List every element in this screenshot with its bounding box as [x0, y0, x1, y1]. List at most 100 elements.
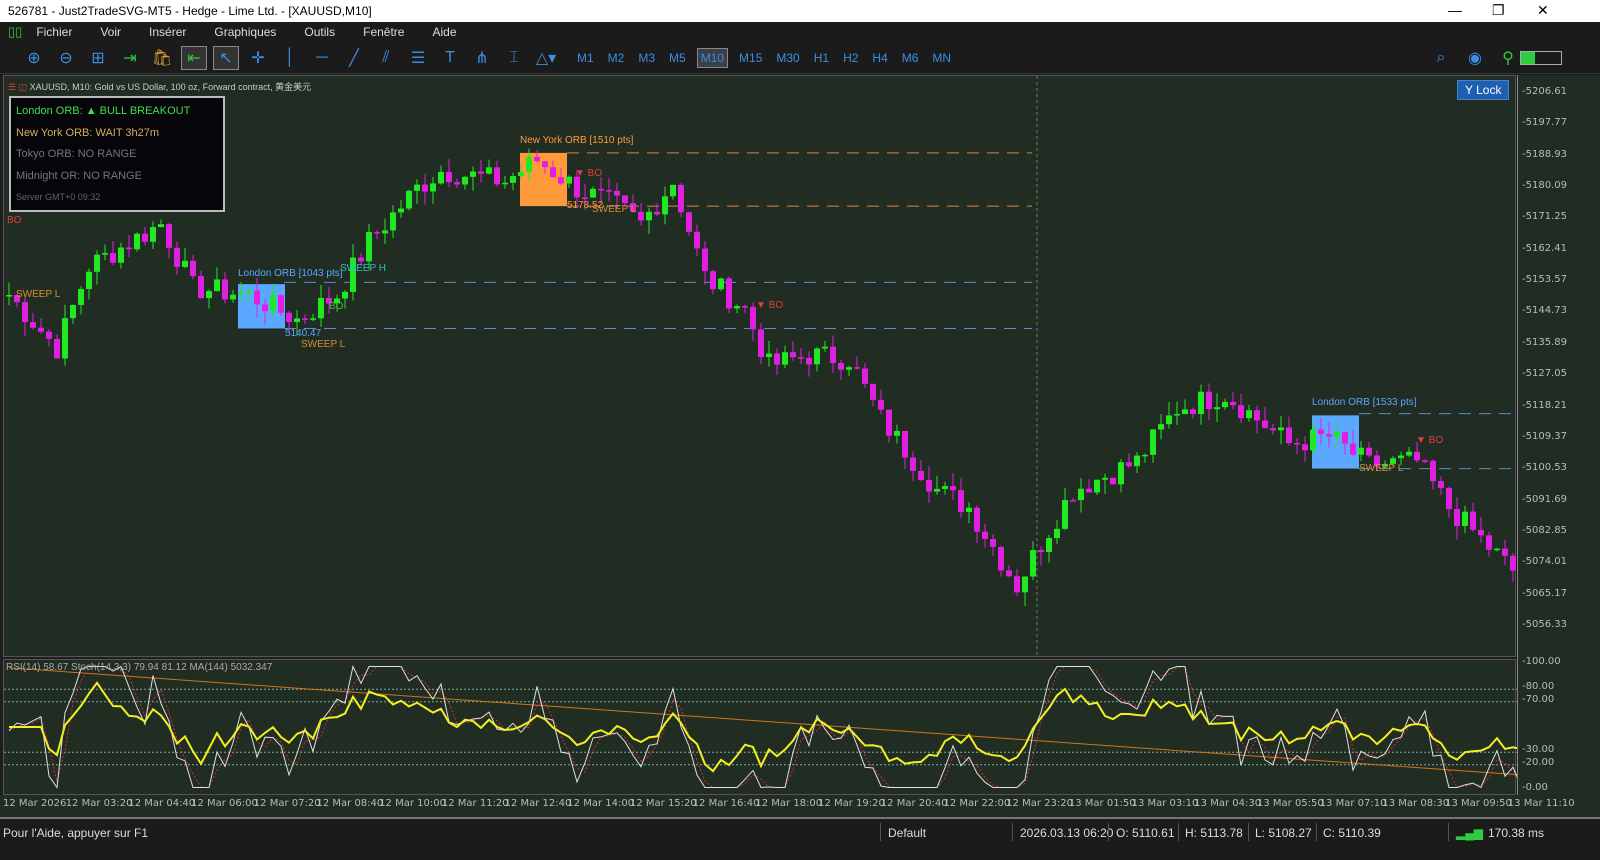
zoom-in-icon[interactable]: ⊕: [21, 46, 47, 70]
timeframe-h1[interactable]: H1: [811, 49, 832, 67]
candle-body: [790, 352, 796, 358]
candle-body: [190, 260, 196, 277]
indicator-tick: -80.00: [1522, 681, 1555, 693]
menu-voir[interactable]: Voir: [100, 25, 121, 39]
sweep-label: SWEEP L: [1359, 463, 1404, 474]
timeframe-m1[interactable]: M1: [574, 49, 597, 67]
sweep-label: SWEEP L: [592, 204, 637, 215]
candle-body: [542, 161, 548, 168]
account-icon[interactable]: ◉: [1462, 46, 1488, 70]
time-tick: 12 Mar 19:20: [818, 798, 885, 809]
horizontal-line-icon[interactable]: ─: [309, 46, 335, 70]
indicator-tick: -0.00: [1522, 782, 1548, 793]
candle-body: [438, 171, 444, 184]
candle-body: [1166, 415, 1172, 425]
timeframe-m30[interactable]: M30: [773, 49, 802, 67]
candle-body: [214, 279, 220, 292]
text-label-icon[interactable]: ⌶: [501, 46, 527, 70]
lock-button[interactable]: Y Lock: [1457, 80, 1510, 100]
candle-body: [494, 167, 500, 185]
candle-body: [1302, 444, 1308, 451]
channel-icon[interactable]: ⫽: [373, 46, 399, 70]
candle-body: [462, 176, 468, 185]
candle-body: [950, 486, 956, 491]
candle-body: [102, 253, 108, 255]
timeframe-m3[interactable]: M3: [635, 49, 658, 67]
price-axis[interactable]: -5206.61 -5197.77 -5188.93 -5180.09 -5171.25…: [1517, 75, 1600, 795]
menu-fichier[interactable]: Fichier: [36, 25, 72, 39]
time-tick: 12 Mar 15:20: [630, 798, 697, 809]
time-axis[interactable]: 12 Mar 2026 12 Mar 03:20 12 Mar 04:40 12 Ma…: [0, 795, 1600, 819]
menu-outils[interactable]: Outils: [304, 25, 335, 39]
candle-body: [758, 329, 764, 357]
indicator-panel[interactable]: RSI(14) 58.67 Stoch(14,3,3) 79.94 81.12 …: [3, 659, 1522, 795]
candle-body: [318, 297, 324, 319]
ping-value[interactable]: 170.38 ms: [1488, 826, 1544, 840]
candle-body: [390, 212, 396, 231]
price-tick: -5197.77: [1522, 117, 1567, 129]
chart-shift-icon[interactable]: ⇥: [117, 46, 143, 70]
price-chart[interactable]: BO SWEEP L London ORB [1043 pts] 5140.47 SWE…: [3, 75, 1524, 658]
bar-close: C: 5110.39: [1323, 826, 1381, 840]
candle-body: [46, 331, 52, 339]
candle-body: [1238, 405, 1244, 419]
menu-inserer[interactable]: Insérer: [149, 25, 186, 39]
search-icon[interactable]: ⌕: [1428, 46, 1454, 70]
candle-body: [1478, 529, 1484, 536]
bar-high: H: 5113.78: [1185, 826, 1243, 840]
menu-fenetre[interactable]: Fenêtre: [363, 25, 404, 39]
candle-body: [654, 211, 660, 215]
candle-body: [374, 232, 380, 234]
candle-body: [1134, 455, 1140, 467]
orb-label: London ORB [1043 pts]: [238, 268, 343, 279]
timeframe-h2[interactable]: H2: [840, 49, 861, 67]
candle-body: [54, 338, 60, 359]
time-tick: 12 Mar 07:20: [253, 798, 321, 809]
timeframe-h4[interactable]: H4: [869, 49, 890, 67]
vertical-line-icon[interactable]: │: [277, 46, 303, 70]
profile-name: Default: [888, 826, 927, 840]
autoscroll-icon[interactable]: ⇤: [181, 45, 207, 70]
candle-body: [278, 295, 284, 313]
close-button[interactable]: ✕: [1537, 2, 1549, 19]
candle-body: [886, 409, 892, 436]
zoom-out-icon[interactable]: ⊖: [53, 46, 79, 70]
market-icon[interactable]: 🛍: [149, 46, 175, 70]
price-tick: -5135.89: [1522, 336, 1567, 348]
restore-button[interactable]: ❐: [1492, 2, 1505, 19]
candle-body: [430, 183, 436, 192]
minimize-button[interactable]: —: [1448, 2, 1462, 18]
timeframe-m2[interactable]: M2: [605, 49, 628, 67]
candle-body: [310, 318, 316, 320]
timeframe-m5[interactable]: M5: [666, 49, 689, 67]
pitchfork-icon[interactable]: ⋔: [469, 46, 495, 70]
candle-body: [1174, 414, 1180, 416]
candle-body: [694, 231, 700, 249]
candle-body: [1486, 535, 1492, 550]
signal-icon[interactable]: ⚲: [1495, 46, 1521, 70]
menu-aide[interactable]: Aide: [432, 25, 456, 39]
timeframe-m6[interactable]: M6: [899, 49, 922, 67]
candle-body: [798, 357, 804, 359]
crosshair-icon[interactable]: ✛: [245, 46, 271, 70]
ma-line: [8, 667, 1522, 776]
text-icon[interactable]: T: [437, 46, 463, 70]
bo-label: ▼ BO: [1416, 435, 1443, 446]
fibonacci-icon[interactable]: ☰: [405, 46, 431, 70]
candle-body: [6, 295, 12, 297]
candle-body: [1054, 528, 1060, 539]
london-orb-status: London ORB: ▲ BULL BREAKOUT: [16, 105, 191, 117]
cursor-icon[interactable]: ↖: [213, 45, 239, 70]
candle-body: [454, 182, 460, 185]
menu-graphiques[interactable]: Graphiques: [214, 25, 276, 39]
timeframe-m10[interactable]: M10: [696, 47, 729, 68]
candle-body: [1454, 509, 1460, 527]
timeframe-mn[interactable]: MN: [929, 49, 954, 67]
shapes-icon[interactable]: △▾: [533, 46, 559, 70]
tile-windows-icon[interactable]: ⊞: [85, 46, 111, 70]
trendline-icon[interactable]: ╱: [341, 46, 367, 70]
candle-body: [150, 227, 156, 242]
timeframe-m15[interactable]: M15: [736, 49, 765, 67]
candle-body: [526, 156, 532, 173]
time-tick: 12 Mar 14:00: [567, 798, 635, 809]
